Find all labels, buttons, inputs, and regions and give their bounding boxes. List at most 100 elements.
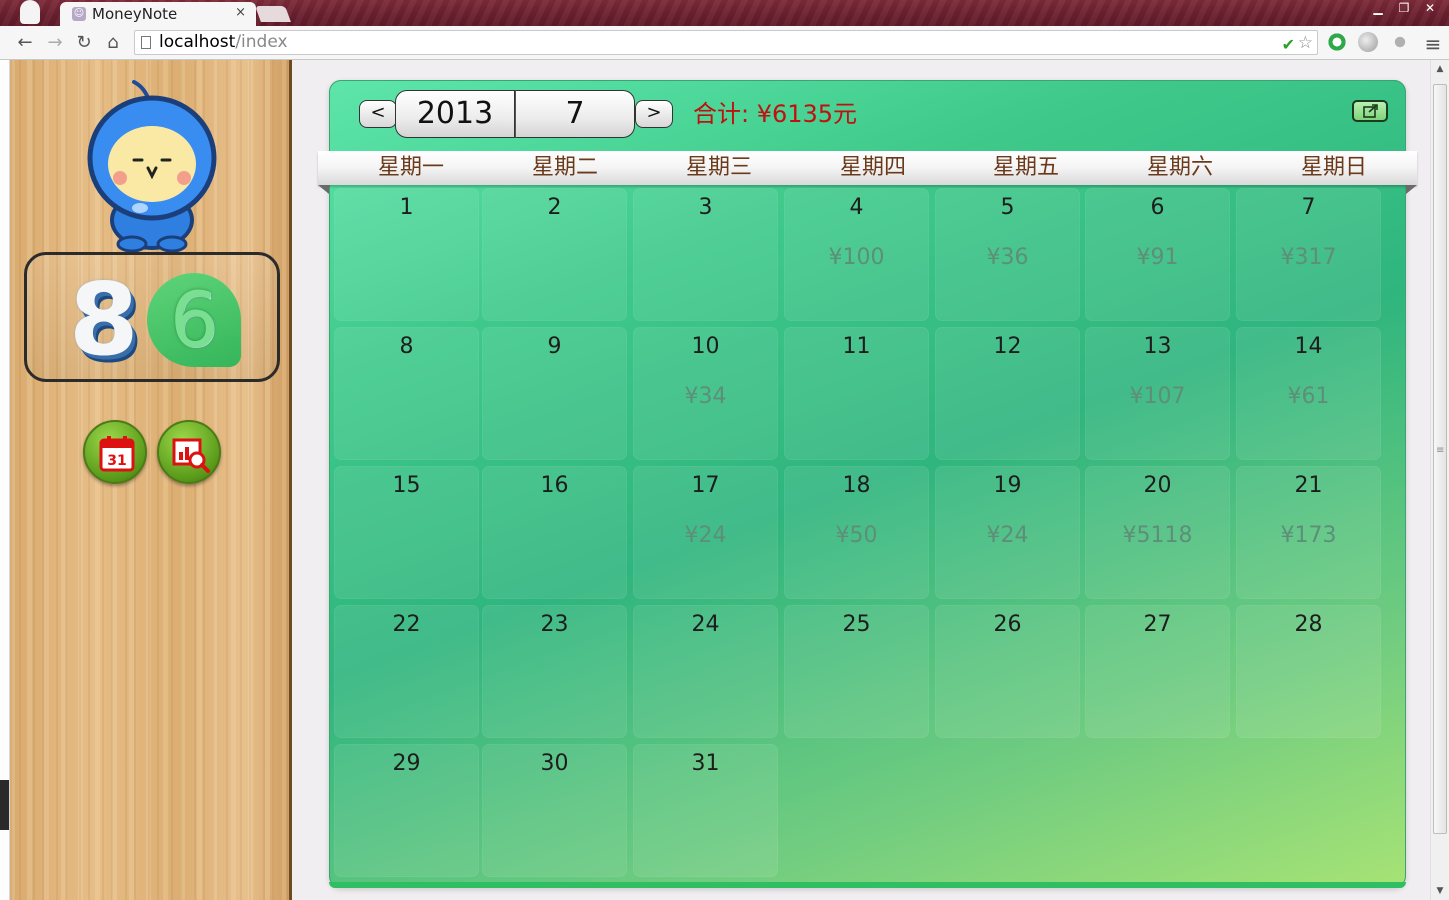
day-number: 28 [1294,612,1323,637]
scroll-thumb[interactable] [1433,84,1447,834]
extension-puzzle-icon[interactable] [1390,32,1410,52]
shield-icon[interactable]: ✔ [1282,33,1295,56]
day-cell[interactable]: 14 ¥61 [1236,327,1381,460]
scroll-up-icon[interactable]: ▲ [1435,64,1445,74]
day-number: 8 [399,334,414,359]
day-cell[interactable]: 29 [334,744,479,877]
day-number: 30 [540,751,569,776]
day-amount: ¥107 [1129,384,1186,409]
day-cell[interactable]: 22 [334,605,479,738]
calendar-button[interactable]: 31 [83,420,147,484]
day-cell[interactable]: 28 [1236,605,1381,738]
day-cell[interactable]: 27 [1085,605,1230,738]
weekday-header: 星期一 星期二 星期三 星期四 星期五 星期六 星期日 [318,151,1417,194]
day-cell[interactable]: 17 ¥24 [633,466,778,599]
day-cell[interactable]: 13 ¥107 [1085,327,1230,460]
back-arrow-icon[interactable]: ← [14,32,36,53]
weekday-sun: 星期日 [1300,155,1367,180]
month-selector[interactable]: 7 [515,90,635,138]
weekday-wed: 星期三 [685,155,752,180]
scroll-down-icon[interactable]: ▼ [1435,886,1445,896]
profile-icon[interactable] [20,0,40,24]
day-number: 13 [1143,334,1172,359]
year-selector[interactable]: 2013 [395,90,515,138]
day-cell[interactable]: 30 [482,744,627,877]
weekday-sat: 星期六 [1146,155,1213,180]
extension-globe-icon[interactable] [1358,32,1378,52]
day-cell[interactable]: 2 [482,188,627,321]
page-icon [141,36,151,49]
calendar-icon: 31 [99,436,135,472]
day-cell[interactable]: 3 [633,188,778,321]
day-cell[interactable]: 15 [334,466,479,599]
day-cell[interactable]: 16 [482,466,627,599]
day-number: 26 [993,612,1022,637]
day-cell[interactable]: 31 [633,744,778,877]
day-cell[interactable]: 24 [633,605,778,738]
day-amount: ¥317 [1280,245,1337,270]
stats-search-button[interactable] [157,420,221,484]
day-cell[interactable]: 8 [334,327,479,460]
day-number: 2 [547,195,562,220]
close-window-button[interactable]: ✕ [1417,0,1443,18]
day-cell[interactable]: 21 ¥173 [1236,466,1381,599]
day-amount: ¥24 [986,523,1029,548]
minimize-button[interactable]: ▁ [1365,0,1391,18]
day-cell[interactable]: 4 ¥100 [784,188,929,321]
day-amount: ¥50 [835,523,878,548]
day-amount: ¥36 [986,245,1029,270]
menu-icon[interactable]: ≡ [1422,32,1444,56]
weekday-mon: 星期一 [377,155,444,180]
day-number: 14 [1294,334,1323,359]
day-cell[interactable]: 12 [935,327,1080,460]
day-cell[interactable]: 20 ¥5118 [1085,466,1230,599]
day-amount: ¥91 [1136,245,1179,270]
day-number: 25 [842,612,871,637]
forward-arrow-icon[interactable]: → [44,32,66,53]
day-cell[interactable]: 18 ¥50 [784,466,929,599]
tab-close-icon[interactable]: × [235,5,246,20]
restore-button[interactable]: ❐ [1391,0,1417,18]
extension-green-icon[interactable] [1327,32,1347,52]
day-number: 3 [698,195,713,220]
new-tab-button[interactable] [255,6,291,22]
day-cell[interactable]: 11 [784,327,929,460]
day-cell[interactable]: 26 [935,605,1080,738]
day-cell[interactable]: 6 ¥91 [1085,188,1230,321]
day-number: 24 [691,612,720,637]
home-icon[interactable]: ⌂ [102,32,124,53]
bookmark-star-icon[interactable]: ☆ [1298,32,1313,55]
reload-icon[interactable]: ↻ [73,32,95,53]
day-cell[interactable]: 23 [482,605,627,738]
url-path: /index [235,32,288,52]
prev-month-button[interactable]: < [359,100,397,128]
day-number: 31 [691,751,720,776]
day-number: 29 [392,751,421,776]
day-cell[interactable]: 10 ¥34 [633,327,778,460]
day-cell[interactable]: 7 ¥317 [1236,188,1381,321]
day-number: 18 [842,473,871,498]
url-host: localhost [159,32,236,52]
page-scrollbar[interactable]: ▲ ▼ [1430,60,1449,900]
counter-digit-first: 8 [69,261,139,378]
export-icon [1363,104,1378,118]
counter-display: 8 6 [24,252,280,382]
day-cell[interactable]: 25 [784,605,929,738]
day-cell[interactable]: 19 ¥24 [935,466,1080,599]
chart-search-icon [172,438,210,473]
day-amount: ¥24 [684,523,727,548]
day-cell[interactable]: 5 ¥36 [935,188,1080,321]
next-month-button[interactable]: > [635,100,673,128]
left-edge-panel [0,60,10,900]
day-cell[interactable]: 9 [482,327,627,460]
calendar-panel: < 2013 7 > 合计: ¥6135元 星期一 星期二 星期三 星期四 星期… [318,80,1417,888]
day-number: 12 [993,334,1022,359]
address-bar[interactable]: localhost/index ✔ ☆ [134,30,1318,55]
day-number: 10 [691,334,720,359]
export-button[interactable] [1352,100,1388,122]
edge-dark-block [0,780,9,830]
day-number: 17 [691,473,720,498]
day-cell[interactable]: 1 [334,188,479,321]
browser-tab[interactable]: ☺ MoneyNote × [60,2,256,26]
day-number: 7 [1301,195,1316,220]
